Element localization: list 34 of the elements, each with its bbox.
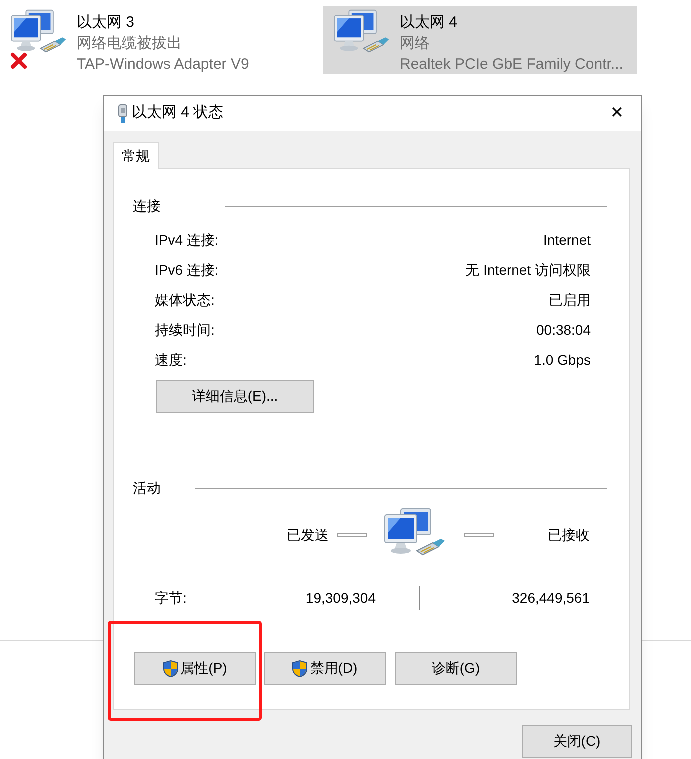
bytes-received: 326,449,561 <box>512 588 590 608</box>
adapter-device: TAP-Windows Adapter V9 <box>77 55 250 75</box>
field-label: 媒体状态: <box>155 290 215 310</box>
action-button[interactable]: 禁用(D) <box>264 652 386 685</box>
field-value: 已启用 <box>549 290 591 310</box>
field-label: IPv6 连接: <box>155 260 219 280</box>
tab[interactable]: 常规 <box>113 142 159 169</box>
section-heading: 活动 <box>133 479 161 498</box>
adapter-status: 网络 <box>400 34 431 54</box>
field-value: 00:38:04 <box>536 320 591 340</box>
action-button[interactable]: 诊断(G) <box>395 652 517 685</box>
action-button[interactable]: 属性(P) <box>134 652 256 685</box>
window-title: 以太网 4 状态 <box>132 103 224 124</box>
adapter-item[interactable]: 以太网 4 网络 Realtek PCIe GbE Family Contr... <box>323 6 637 74</box>
field-label: IPv4 连接: <box>155 230 219 250</box>
section-heading: 连接 <box>133 197 161 216</box>
adapter-device: Realtek PCIe GbE Family Contr... <box>400 55 624 75</box>
adapter-name: 以太网 4 <box>400 13 459 33</box>
adapter-name: 以太网 3 <box>77 13 136 33</box>
ethernet-plug-icon <box>118 104 128 124</box>
field-value: Internet <box>544 230 591 250</box>
close-button[interactable]: ✕ <box>603 100 631 128</box>
bytes-label: 字节: <box>155 588 188 608</box>
details-button[interactable]: 详细信息(E)... <box>156 380 314 413</box>
field-value: 无 Internet 访问权限 <box>466 260 591 280</box>
field-label: 持续时间: <box>155 320 215 340</box>
close-dialog-button[interactable]: 关闭(C) <box>522 725 632 758</box>
field-label: 速度: <box>155 350 187 370</box>
adapter-status: 网络电缆被拔出 <box>77 34 183 54</box>
adapter-item[interactable]: 以太网 3 网络电缆被拔出 TAP-Windows Adapter V9 <box>0 6 300 74</box>
sent-label: 已发送 <box>287 526 329 544</box>
received-label: 已接收 <box>548 526 590 544</box>
bytes-sent: 19,309,304 <box>304 588 376 608</box>
field-value: 1.0 Gbps <box>534 350 591 370</box>
